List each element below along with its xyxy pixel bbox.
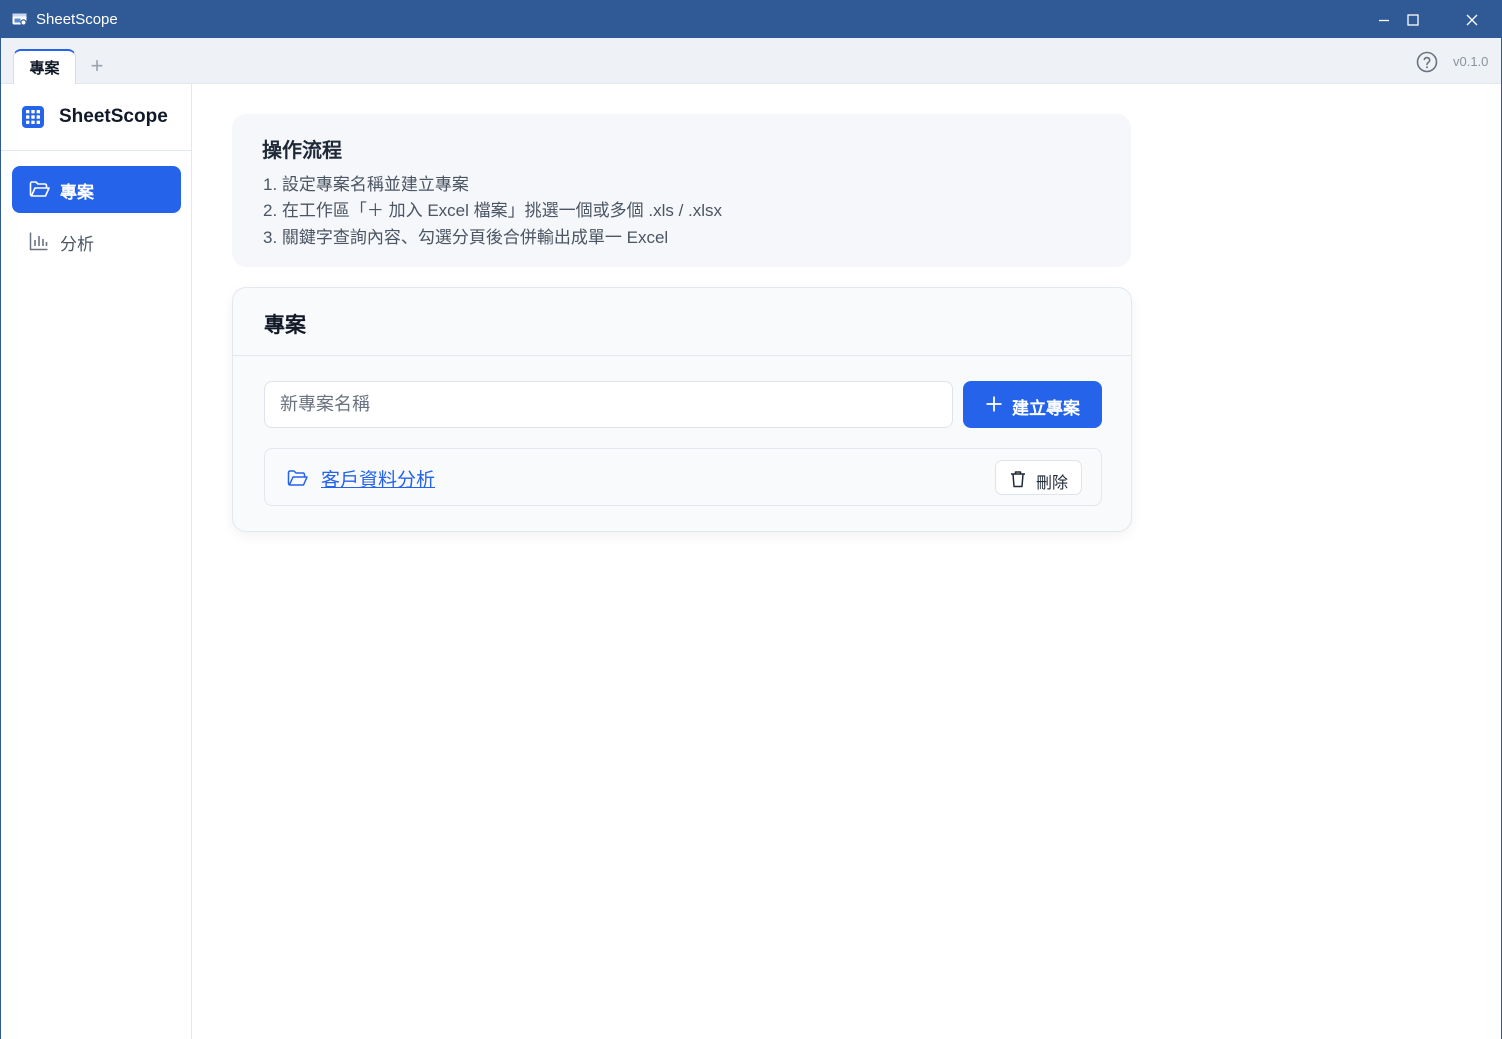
bar-chart-icon — [29, 232, 48, 251]
brand-name: SheetScope — [59, 106, 168, 127]
project-link[interactable]: 客戶資料分析 — [321, 465, 435, 492]
window-title: SheetScope — [36, 11, 118, 28]
grid-icon — [22, 106, 44, 128]
list-item: 客戶資料分析 刪除 — [264, 448, 1102, 506]
delete-label: 刪除 — [1036, 475, 1069, 492]
guide-step: 2. 在工作區「＋ 加入 Excel 檔案」挑選一個或多個 .xls / .xl… — [263, 201, 723, 220]
plus-icon: + — [90, 53, 104, 78]
guide-step: 1. 設定專案名稱並建立專案 — [263, 175, 469, 194]
close-button[interactable] — [1443, 1, 1501, 38]
sidebar-item-label: 分析 — [60, 235, 94, 254]
main-content: 操作流程 1. 設定專案名稱並建立專案 2. 在工作區「＋ 加入 Excel 檔… — [192, 84, 1501, 1039]
create-project-label: 建立專案 — [1012, 399, 1080, 418]
folder-icon — [29, 181, 50, 197]
app-icon — [12, 13, 28, 27]
maximize-button[interactable] — [1384, 1, 1442, 38]
guide-title: 操作流程 — [262, 140, 342, 162]
version-label: v0.1.0 — [1453, 54, 1489, 69]
folder-icon — [287, 470, 308, 486]
guide-step: 3. 關鍵字查詢內容、勾選分頁後合併輸出成單一 Excel — [263, 228, 669, 247]
sidebar: SheetScope 專案 分析 — [1, 84, 192, 1039]
app-window: SheetScope 專案 + v0.1.0 SheetScope 專案 分析 … — [0, 0, 1502, 1039]
sidebar-item-label: 專案 — [60, 183, 94, 202]
workflow-guide: 操作流程 1. 設定專案名稱並建立專案 2. 在工作區「＋ 加入 Excel 檔… — [232, 114, 1131, 267]
create-project-button[interactable]: 建立專案 — [963, 381, 1102, 428]
sidebar-item-analysis[interactable]: 分析 — [12, 218, 181, 265]
tab-projects[interactable]: 專案 — [13, 49, 76, 84]
help-circle-icon[interactable] — [1415, 50, 1439, 74]
trash-icon — [1011, 471, 1025, 488]
close-icon — [1466, 14, 1478, 25]
add-tab-button[interactable]: + — [87, 53, 107, 78]
maximize-icon — [1407, 13, 1419, 26]
tab-strip: 專案 + v0.1.0 — [1, 38, 1501, 84]
projects-card: 專案 建立專案 客戶資料分析 刪除 — [232, 287, 1132, 532]
title-bar: SheetScope — [1, 1, 1501, 38]
card-title: 專案 — [264, 314, 306, 337]
plus-icon — [986, 396, 1002, 412]
brand: SheetScope — [1, 84, 191, 151]
sidebar-item-projects[interactable]: 專案 — [12, 166, 181, 213]
tab-label: 專案 — [29, 60, 60, 77]
card-header: 專案 — [233, 288, 1131, 356]
delete-project-button[interactable]: 刪除 — [995, 460, 1082, 495]
project-name-input[interactable] — [264, 381, 953, 428]
